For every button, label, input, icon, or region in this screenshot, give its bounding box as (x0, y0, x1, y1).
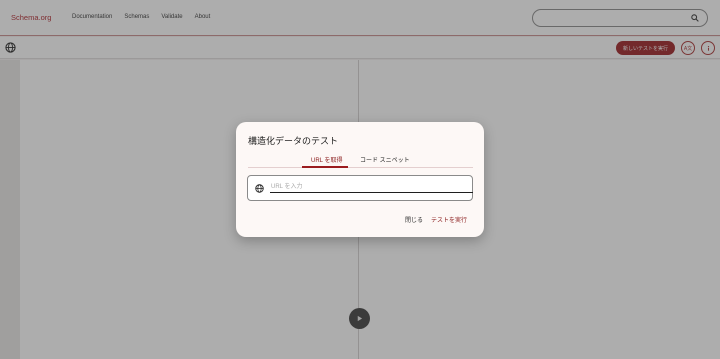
active-tab-indicator (302, 166, 348, 168)
globe-icon (255, 184, 264, 193)
url-input[interactable] (270, 182, 473, 193)
close-button[interactable]: 閉じる (405, 215, 423, 224)
run-test-button[interactable]: テストを実行 (431, 215, 467, 224)
dialog-title: 構造化データのテスト (248, 136, 339, 146)
test-dialog: 構造化データのテスト URL を取得 コード スニペット 閉じる テストを実行 (236, 122, 484, 237)
tab-code-snippet[interactable]: コード スニペット (360, 155, 410, 164)
tab-fetch-url[interactable]: URL を取得 (311, 155, 342, 164)
url-field (247, 175, 473, 201)
dialog-tabs: URL を取得 コード スニペット (248, 152, 473, 168)
